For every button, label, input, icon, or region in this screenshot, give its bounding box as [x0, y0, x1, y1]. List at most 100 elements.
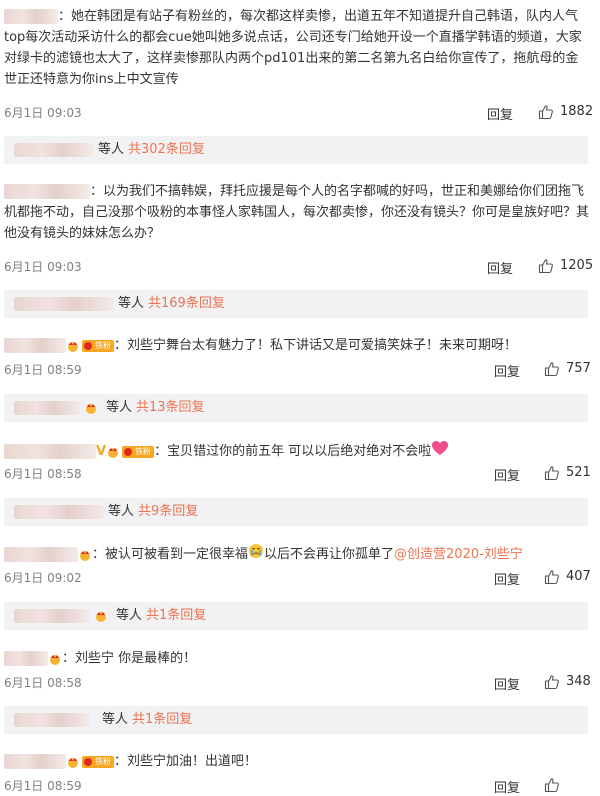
like-button[interactable]: 1882 — [538, 104, 594, 120]
like-button[interactable]: 521 — [544, 465, 591, 481]
fan-badge: 铁粉 — [82, 339, 114, 352]
replier-names-blurred — [14, 713, 90, 727]
comment-date: 6月1日 09:03 — [4, 260, 82, 274]
cry-emoji-icon — [248, 543, 264, 566]
username-blurred[interactable] — [4, 184, 90, 199]
like-button[interactable]: 1205 — [538, 258, 594, 274]
username-blurred[interactable] — [4, 444, 96, 459]
heart-emoji-icon — [431, 440, 449, 463]
comment-text: ：刘些宁舞台太有魅力了！私下讲话又是可爱搞笑妹子！未来可期呀！ — [114, 338, 518, 353]
thumb-up-icon — [538, 105, 553, 120]
like-count: 521 — [566, 465, 591, 480]
thumb-up-icon — [544, 675, 559, 690]
crown-icon — [66, 756, 80, 768]
like-button[interactable]: 757 — [544, 361, 591, 377]
comment-text: ：以为我们不搞韩娱，拜托应援是每个人的名字都喊的好吗，世正和美娜给你们团拖飞机都… — [4, 184, 590, 241]
sub-replies-bar[interactable]: 等人 共1条回复 — [4, 602, 588, 630]
comment-text: ：被认可被看到一定很幸福 — [92, 547, 249, 562]
sub-replies-count[interactable]: 共1条回复 — [132, 706, 192, 734]
like-count: 1882 — [560, 104, 594, 119]
reply-button[interactable]: 回复 — [487, 104, 513, 123]
thumb-up-icon — [544, 570, 559, 585]
comment-meta: 6月1日 09:03 回复 1205 — [4, 258, 594, 277]
comment-text: ：她在韩团是有站子有粉丝的，每次都这样卖惨，出道五年不知道提升自己韩语，队内人气… — [4, 9, 582, 87]
comment-meta: 6月1日 09:02 回复 407 — [4, 569, 591, 588]
like-count: 407 — [566, 569, 591, 584]
reply-button[interactable]: 回复 — [487, 258, 513, 277]
sub-replies-count[interactable]: 共302条回复 — [128, 136, 205, 164]
sub-replies-count[interactable]: 共13条回复 — [136, 394, 205, 422]
thumb-up-icon — [538, 259, 553, 274]
crown-icon — [78, 549, 92, 561]
sub-replies-count[interactable]: 共1条回复 — [146, 602, 206, 630]
reply-button[interactable]: 回复 — [494, 361, 520, 380]
username-blurred[interactable] — [4, 338, 66, 353]
thumb-up-icon — [544, 362, 559, 377]
crown-icon — [84, 402, 98, 414]
crown-icon — [106, 446, 120, 458]
replier-names-blurred — [14, 297, 114, 311]
reply-button[interactable]: 回复 — [494, 674, 520, 693]
comment-body: 铁粉 ：刘些宁舞台太有魅力了！私下讲话又是可爱搞笑妹子！未来可期呀！ — [4, 335, 590, 356]
sub-replies-bar[interactable]: 等人 共1条回复 — [4, 706, 588, 734]
replier-names-blurred — [14, 505, 104, 519]
comment-text: ：刘些宁 你是最棒的！ — [62, 651, 197, 666]
comment-meta: 6月1日 08:58 回复 521 — [4, 465, 591, 484]
comment-date: 6月1日 09:03 — [4, 106, 82, 120]
thumb-up-icon — [544, 778, 559, 793]
reply-button[interactable]: 回复 — [494, 777, 520, 796]
sub-replies-prefix: 等人 — [108, 504, 135, 519]
comment-body: 铁粉 ：刘些宁加油！出道吧！ — [4, 751, 590, 772]
comment-text-continued: 以后不会再让你孤单了 — [264, 547, 395, 562]
comment-date: 6月1日 09:02 — [4, 571, 82, 585]
crown-icon — [48, 653, 62, 665]
fan-badge: 铁粉 — [122, 445, 155, 458]
comment-meta: 6月1日 08:58 回复 348 — [4, 674, 591, 693]
sub-replies-prefix: 等人 — [116, 608, 143, 623]
thumb-up-icon — [544, 466, 559, 481]
replier-names-blurred — [14, 609, 90, 623]
comment-date: 6月1日 08:58 — [4, 467, 82, 481]
username-blurred[interactable] — [4, 9, 58, 24]
sub-replies-bar[interactable]: 等人 共169条回复 — [4, 290, 588, 318]
mention-link[interactable]: @创造营2020-刘些宁 — [394, 547, 523, 562]
sub-replies-bar[interactable]: 等人 共13条回复 — [4, 394, 588, 422]
sub-replies-count[interactable]: 共9条回复 — [138, 498, 198, 526]
sub-replies-prefix: 等人 — [106, 400, 133, 415]
reply-button[interactable]: 回复 — [494, 465, 520, 484]
sub-replies-prefix: 等人 — [98, 142, 125, 157]
comment-meta: 6月1日 09:03 回复 1882 — [4, 104, 594, 123]
comment-body: V 铁粉 ：宝贝错过你的前五年 可以以后绝对绝对不会啦 — [4, 440, 590, 463]
fan-badge: 铁粉 — [82, 755, 114, 768]
username-blurred[interactable] — [4, 651, 48, 666]
sub-replies-prefix: 等人 — [102, 712, 129, 727]
comment-date: 6月1日 08:59 — [4, 363, 82, 377]
replier-names-blurred — [14, 143, 94, 157]
username-blurred[interactable] — [4, 547, 78, 562]
comment-feed: ：她在韩团是有站子有粉丝的，每次都这样卖惨，出道五年不知道提升自己韩语，队内人气… — [0, 0, 600, 796]
crown-icon — [94, 610, 108, 622]
like-count: 1205 — [560, 258, 594, 273]
crown-icon — [66, 340, 80, 352]
comment-date: 6月1日 08:58 — [4, 676, 82, 690]
sub-replies-count[interactable]: 共169条回复 — [148, 290, 225, 318]
replier-names-blurred — [14, 401, 80, 415]
comment-text: ：刘些宁加油！出道吧！ — [114, 754, 258, 769]
comment-body: ：她在韩团是有站子有粉丝的，每次都这样卖惨，出道五年不知道提升自己韩语，队内人气… — [4, 6, 590, 90]
v-verified-icon: V — [96, 444, 107, 459]
sub-replies-bar[interactable]: 等人 共9条回复 — [4, 498, 588, 526]
comment-meta: 6月1日 08:59 回复 — [4, 777, 590, 796]
sub-replies-bar[interactable]: 等人 共302条回复 — [4, 136, 588, 164]
comment-body: ：以为我们不搞韩娱，拜托应援是每个人的名字都喊的好吗，世正和美娜给你们团拖飞机都… — [4, 181, 590, 244]
comment-date: 6月1日 08:59 — [4, 779, 82, 793]
like-count: 757 — [566, 361, 591, 376]
comment-text: ：宝贝错过你的前五年 可以以后绝对绝对不会啦 — [154, 444, 432, 459]
like-count: 348 — [566, 674, 591, 689]
reply-button[interactable]: 回复 — [494, 569, 520, 588]
comment-meta: 6月1日 08:59 回复 757 — [4, 361, 591, 380]
like-button[interactable]: 407 — [544, 569, 591, 585]
username-blurred[interactable] — [4, 754, 66, 769]
like-button[interactable]: 348 — [544, 674, 591, 690]
comment-body: ：刘些宁 你是最棒的！ — [4, 648, 590, 669]
sub-replies-prefix: 等人 — [118, 296, 145, 311]
